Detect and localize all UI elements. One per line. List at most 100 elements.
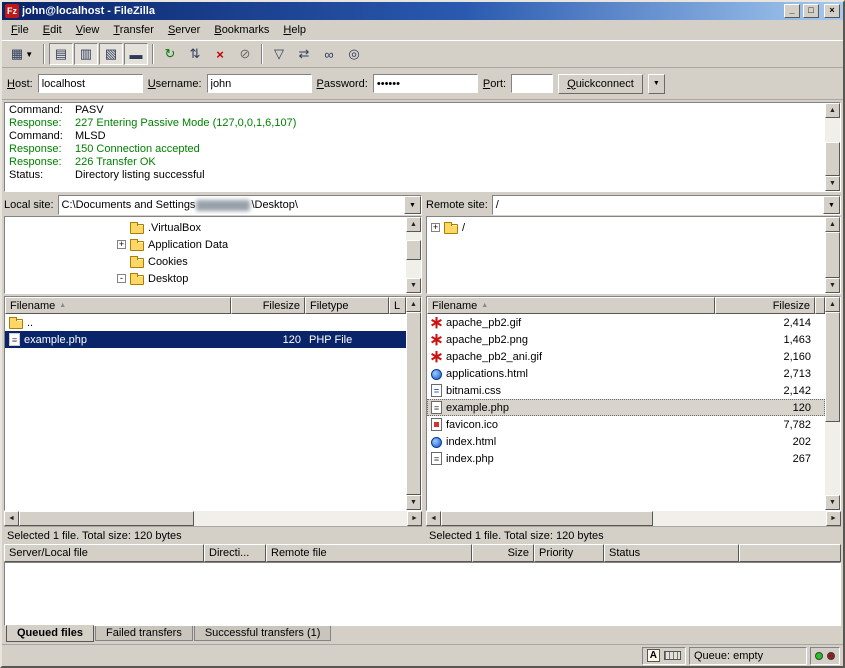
scroll-left-icon[interactable]: ◄ [4,511,19,526]
toggle-remote-tree-icon[interactable]: ▧ [99,43,123,65]
column-header-filesize[interactable]: Filesize [715,297,815,314]
column-header-size[interactable]: Size [472,544,534,562]
column-header-server-local-file[interactable]: Server/Local file [4,544,204,562]
scroll-thumb[interactable] [825,232,840,278]
queue-list[interactable] [4,562,841,626]
tree-item-cookies[interactable]: Cookies [5,253,406,270]
table-row[interactable]: bitnami.css2,142 [427,382,825,399]
table-row[interactable]: apache_pb2.png1,463 [427,331,825,348]
scroll-up-icon[interactable]: ▲ [406,297,421,312]
local-tree-scrollbar[interactable]: ▲ ▼ [406,217,421,293]
directory-comparison-icon[interactable]: ⇄ [292,43,316,65]
table-row[interactable]: favicon.ico7,782 [427,416,825,433]
minimize-button[interactable]: _ [784,4,800,18]
local-tree: .VirtualBox +Application Data Cookies -D… [4,216,422,294]
tree-item-virtualbox[interactable]: .VirtualBox [5,219,406,236]
queue-tabs: Queued files Failed transfers Successful… [4,626,841,644]
quickconnect-dropdown-icon[interactable]: ▼ [648,74,665,94]
scroll-down-icon[interactable]: ▼ [406,495,421,510]
table-row[interactable]: .. [5,314,406,331]
expand-icon[interactable]: + [431,223,440,232]
toggle-transfer-queue-icon[interactable]: ▬ [124,43,148,65]
tab-queued-files[interactable]: Queued files [6,625,94,642]
chevron-down-icon[interactable]: ▼ [404,196,421,214]
process-queue-icon[interactable]: ⇅ [183,43,207,65]
port-input[interactable] [511,74,553,93]
scroll-thumb[interactable] [825,312,840,422]
menu-item-help[interactable]: Help [276,22,313,38]
scroll-right-icon[interactable]: ► [407,511,422,526]
table-row[interactable]: index.php267 [427,450,825,467]
tab-successful-transfers[interactable]: Successful transfers (1) [194,626,332,641]
scroll-up-icon[interactable]: ▲ [825,217,840,232]
scroll-down-icon[interactable]: ▼ [825,278,840,293]
tab-failed-transfers[interactable]: Failed transfers [95,626,193,641]
chevron-down-icon[interactable]: ▼ [823,196,840,214]
refresh-icon[interactable]: ↻ [158,43,182,65]
password-input[interactable] [373,74,478,93]
remote-path-combobox[interactable]: / ▼ [492,195,841,215]
column-header-status[interactable]: Status [604,544,739,562]
cancel-transfer-icon[interactable]: × [208,43,232,65]
remote-tree-scrollbar[interactable]: ▲ ▼ [825,217,840,293]
table-row-selected[interactable]: example.php 120 PHP File [5,331,406,348]
host-label: Host: [7,78,33,90]
column-header-remote-file[interactable]: Remote file [266,544,472,562]
scroll-up-icon[interactable]: ▲ [825,297,840,312]
column-header-priority[interactable]: Priority [534,544,604,562]
scroll-down-icon[interactable]: ▼ [825,176,840,191]
menu-item-server[interactable]: Server [161,22,207,38]
scroll-left-icon[interactable]: ◄ [426,511,441,526]
scroll-thumb[interactable] [19,511,194,526]
remote-list-scrollbar[interactable]: ▲ ▼ [825,297,840,510]
scroll-thumb[interactable] [825,142,840,176]
host-input[interactable] [38,74,143,93]
close-button[interactable]: × [824,4,840,18]
local-path-combobox[interactable]: C:\Documents and Settings\Desktop\ ▼ [58,195,422,215]
table-row[interactable]: applications.html2,713 [427,365,825,382]
maximize-button[interactable]: □ [803,4,819,18]
tree-item-desktop[interactable]: -Desktop [5,270,406,287]
menu-item-bookmarks[interactable]: Bookmarks [207,22,276,38]
column-header-filesize[interactable]: Filesize [231,297,305,314]
toggle-message-log-icon[interactable]: ▤ [49,43,73,65]
tree-item-application-data[interactable]: +Application Data [5,236,406,253]
menu-item-transfer[interactable]: Transfer [106,22,161,38]
titlebar[interactable]: Fz john@localhost - FileZilla _ □ × [2,2,843,20]
log-scrollbar[interactable]: ▲ ▼ [825,103,840,191]
collapse-icon[interactable]: - [117,274,126,283]
table-row-selected[interactable]: example.php120 [427,399,825,416]
toggle-local-tree-icon[interactable]: ▥ [74,43,98,65]
disconnect-icon[interactable]: ⊘ [233,43,257,65]
menu-item-view[interactable]: View [69,22,107,38]
scroll-down-icon[interactable]: ▼ [825,495,840,510]
scroll-up-icon[interactable]: ▲ [406,217,421,232]
column-header-filename[interactable]: Filename▲ [5,297,231,314]
scroll-down-icon[interactable]: ▼ [406,278,421,293]
site-manager-icon[interactable]: ▦▼ [5,43,39,65]
find-files-icon[interactable]: ◎ [342,43,366,65]
column-header-lastmodified[interactable]: L [389,297,406,314]
table-row[interactable]: apache_pb2.gif2,414 [427,314,825,331]
local-list-hscrollbar[interactable]: ◄ ► [4,511,422,526]
expand-icon[interactable]: + [117,240,126,249]
synchronized-browsing-icon[interactable]: ∞ [317,43,341,65]
table-row[interactable]: apache_pb2_ani.gif2,160 [427,348,825,365]
scroll-right-icon[interactable]: ► [826,511,841,526]
table-row[interactable]: index.html202 [427,433,825,450]
column-header-filename[interactable]: Filename▲ [427,297,715,314]
quickconnect-button[interactable]: Quickconnect [558,74,643,94]
tree-item-root[interactable]: +/ [427,219,825,236]
scroll-thumb[interactable] [441,511,653,526]
directory-filter-icon[interactable]: ▽ [267,43,291,65]
username-input[interactable] [207,74,312,93]
column-header-direction[interactable]: Directi... [204,544,266,562]
scroll-up-icon[interactable]: ▲ [825,103,840,118]
local-list-scrollbar[interactable]: ▲ ▼ [406,297,421,510]
scroll-thumb[interactable] [406,312,421,495]
remote-list-hscrollbar[interactable]: ◄ ► [426,511,841,526]
menu-item-edit[interactable]: Edit [36,22,69,38]
menu-item-file[interactable]: File [4,22,36,38]
scroll-thumb[interactable] [406,240,421,260]
column-header-filetype[interactable]: Filetype [305,297,389,314]
